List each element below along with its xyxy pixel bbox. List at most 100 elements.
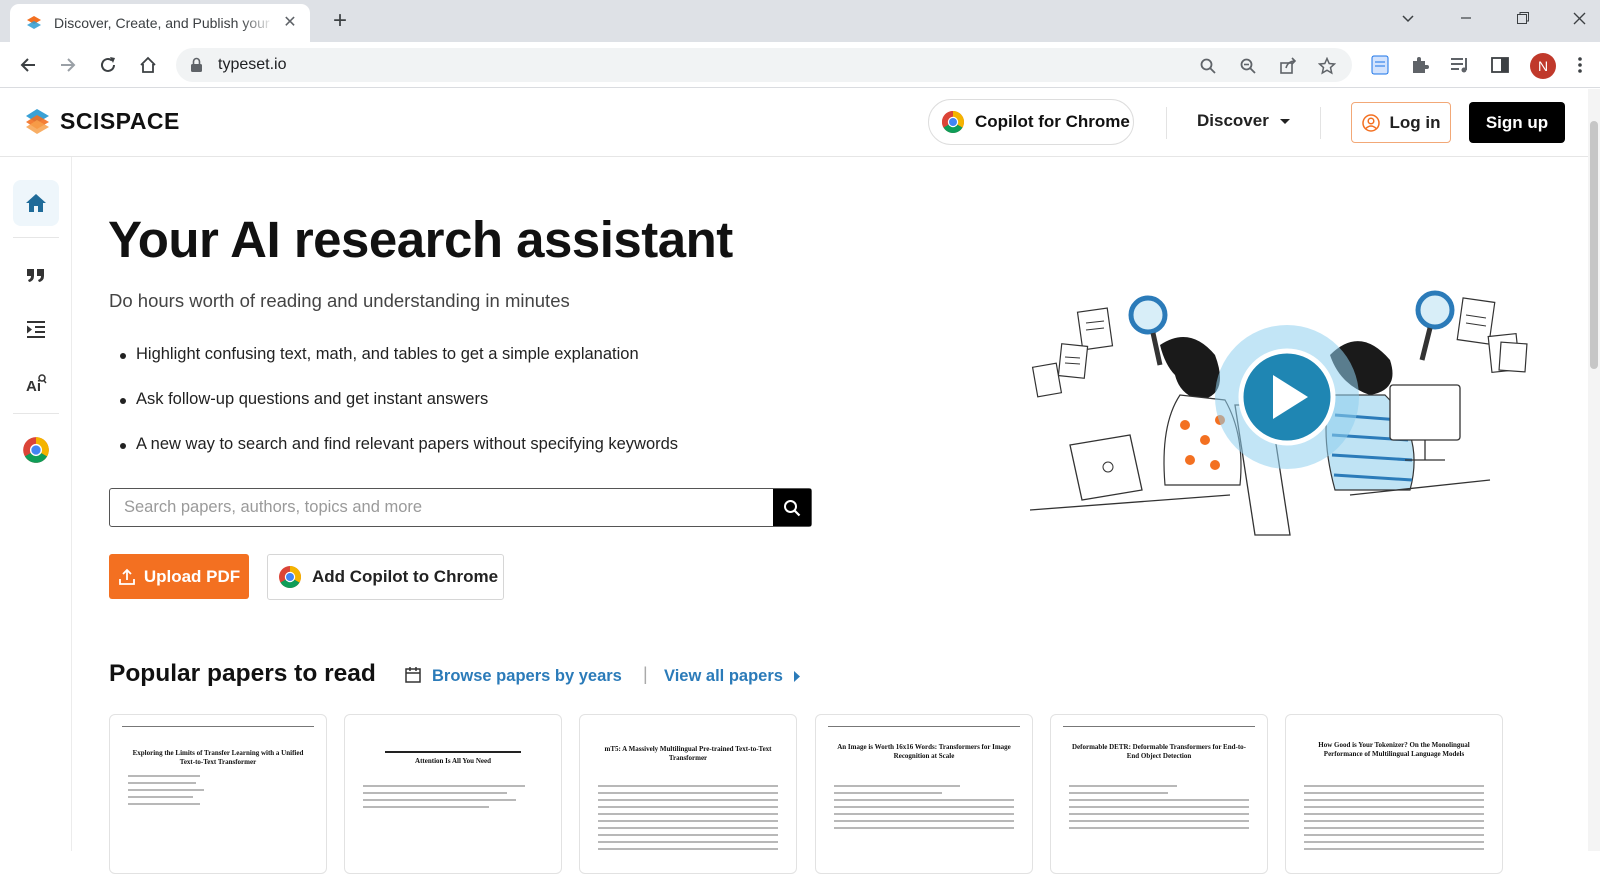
forward-icon[interactable] xyxy=(54,51,82,79)
search-bar xyxy=(109,488,812,527)
upload-pdf-button[interactable]: Upload PDF xyxy=(109,554,249,599)
paper-header-rule xyxy=(1063,726,1255,727)
paper-text-lines xyxy=(1069,785,1249,834)
scispace-favicon-icon xyxy=(27,16,41,29)
chrome-icon xyxy=(942,111,964,133)
feature-item: Ask follow-up questions and get instant … xyxy=(120,390,678,435)
home-icon xyxy=(26,194,46,212)
feature-item: Highlight confusing text, math, and tabl… xyxy=(120,345,678,390)
paper-header-rule xyxy=(828,726,1020,727)
lock-icon xyxy=(191,57,202,72)
paper-title: Attention Is All You Need xyxy=(415,757,491,765)
paper-text-lines xyxy=(834,785,1014,834)
signup-button[interactable]: Sign up xyxy=(1469,102,1565,143)
feature-item: A new way to search and find relevant pa… xyxy=(120,435,678,480)
paper-card[interactable]: How Good is Your Tokenizer? On the Monol… xyxy=(1285,714,1503,874)
profile-avatar[interactable]: N xyxy=(1530,53,1556,79)
upload-icon xyxy=(118,568,135,585)
side-panel-icon[interactable] xyxy=(1488,53,1512,77)
add-copilot-button[interactable]: Add Copilot to Chrome xyxy=(267,554,504,600)
chrome-icon xyxy=(279,566,301,588)
browser-tab-bar: Discover, Create, and Publish your resea… xyxy=(0,0,1600,42)
close-window-icon[interactable] xyxy=(1556,0,1600,36)
paper-card[interactable]: mT5: A Massively Multilingual Pre-traine… xyxy=(579,714,797,874)
tab-title: Discover, Create, and Publish your resea… xyxy=(54,15,274,31)
reload-icon[interactable] xyxy=(94,51,122,79)
discover-label: Discover xyxy=(1197,111,1269,130)
page-scrollbar[interactable] xyxy=(1588,89,1600,851)
calendar-icon xyxy=(405,667,421,683)
quote-icon xyxy=(27,269,44,282)
paper-header-rule xyxy=(385,751,521,753)
paper-card[interactable]: An Image is Worth 16x16 Words: Transform… xyxy=(815,714,1033,874)
add-copilot-label: Add Copilot to Chrome xyxy=(312,567,499,586)
browser-toolbar: typeset.io xyxy=(0,42,1600,88)
extensions-puzzle-icon[interactable] xyxy=(1408,53,1432,77)
caret-down-icon xyxy=(1279,118,1290,124)
paper-title: mT5: A Massively Multilingual Pre-traine… xyxy=(604,745,772,762)
minimize-icon[interactable] xyxy=(1443,0,1489,36)
browser-tab[interactable]: Discover, Create, and Publish your resea… xyxy=(10,4,310,42)
url-text: typeset.io xyxy=(218,56,287,73)
zoom-search-icon[interactable] xyxy=(1198,56,1218,76)
media-queue-icon[interactable] xyxy=(1448,53,1472,77)
paper-title: Deformable DETR: Deformable Transformers… xyxy=(1072,743,1246,760)
left-sidebar: Ai xyxy=(0,157,72,851)
paper-title: How Good is Your Tokenizer? On the Monol… xyxy=(1318,741,1470,758)
paper-card[interactable]: Attention Is All You Need xyxy=(344,714,562,874)
search-button[interactable] xyxy=(773,489,811,526)
header-divider xyxy=(1320,107,1321,139)
site-header: SCISPACE Copilot for Chrome Discover Log… xyxy=(0,89,1588,157)
sidebar-item-ai-detector[interactable]: Ai xyxy=(13,360,59,406)
copilot-label: Copilot for Chrome xyxy=(975,112,1130,131)
upload-pdf-label: Upload PDF xyxy=(143,566,241,586)
header-divider xyxy=(1166,107,1167,139)
zoom-out-icon[interactable] xyxy=(1238,56,1258,76)
hero-video-illustration[interactable] xyxy=(1030,285,1555,545)
page-title: Your AI research assistant xyxy=(108,211,733,268)
search-input[interactable] xyxy=(110,489,774,526)
address-bar[interactable]: typeset.io xyxy=(176,48,1352,82)
user-icon xyxy=(1361,113,1380,132)
link-separator: | xyxy=(643,664,648,684)
scrollbar-thumb[interactable] xyxy=(1590,121,1598,369)
sidebar-item-citation[interactable] xyxy=(13,252,59,298)
caret-right-icon xyxy=(794,671,800,682)
tab-close-icon[interactable]: ✕ xyxy=(280,13,300,33)
paper-title: An Image is Worth 16x16 Words: Transform… xyxy=(837,743,1011,760)
scispace-logo-icon xyxy=(26,109,49,134)
document-extension-icon[interactable] xyxy=(1368,53,1392,77)
new-tab-button[interactable]: + xyxy=(326,8,354,36)
feature-list: Highlight confusing text, math, and tabl… xyxy=(120,345,678,480)
sidebar-item-outline[interactable] xyxy=(13,306,59,352)
paper-title: Exploring the Limits of Transfer Learnin… xyxy=(132,749,304,766)
sidebar-item-home[interactable] xyxy=(13,180,59,226)
paper-card[interactable]: Deformable DETR: Deformable Transformers… xyxy=(1050,714,1268,874)
tab-search-icon[interactable] xyxy=(1385,0,1431,36)
sidebar-divider xyxy=(13,413,59,414)
back-icon[interactable] xyxy=(14,51,42,79)
svg-text:Ai: Ai xyxy=(26,378,41,393)
view-all-papers-link[interactable]: View all papers xyxy=(664,667,783,686)
copilot-for-chrome-button[interactable]: Copilot for Chrome xyxy=(928,99,1134,145)
login-button[interactable]: Log in xyxy=(1351,102,1451,143)
ai-search-icon: Ai xyxy=(26,374,47,393)
login-label: Log in xyxy=(1389,112,1441,132)
menu-kebab-icon[interactable] xyxy=(1568,53,1592,77)
share-icon[interactable] xyxy=(1278,56,1298,76)
sidebar-item-chrome-extension[interactable] xyxy=(13,427,59,473)
chrome-icon xyxy=(23,437,49,463)
search-icon xyxy=(784,499,801,516)
hero-subtitle: Do hours worth of reading and understand… xyxy=(109,290,570,311)
paper-text-lines xyxy=(1304,785,1484,855)
discover-menu[interactable]: Discover xyxy=(1197,111,1290,131)
popular-papers-heading: Popular papers to read xyxy=(109,660,376,687)
browse-papers-by-years-link[interactable]: Browse papers by years xyxy=(432,667,622,686)
bookmark-star-icon[interactable] xyxy=(1317,56,1337,76)
paper-text-lines xyxy=(598,785,778,855)
restore-icon[interactable] xyxy=(1500,0,1546,36)
paper-header-rule xyxy=(122,726,314,727)
scispace-logo[interactable]: SCISPACE xyxy=(22,106,180,136)
home-browser-icon[interactable] xyxy=(134,51,162,79)
paper-card[interactable]: Exploring the Limits of Transfer Learnin… xyxy=(109,714,327,874)
